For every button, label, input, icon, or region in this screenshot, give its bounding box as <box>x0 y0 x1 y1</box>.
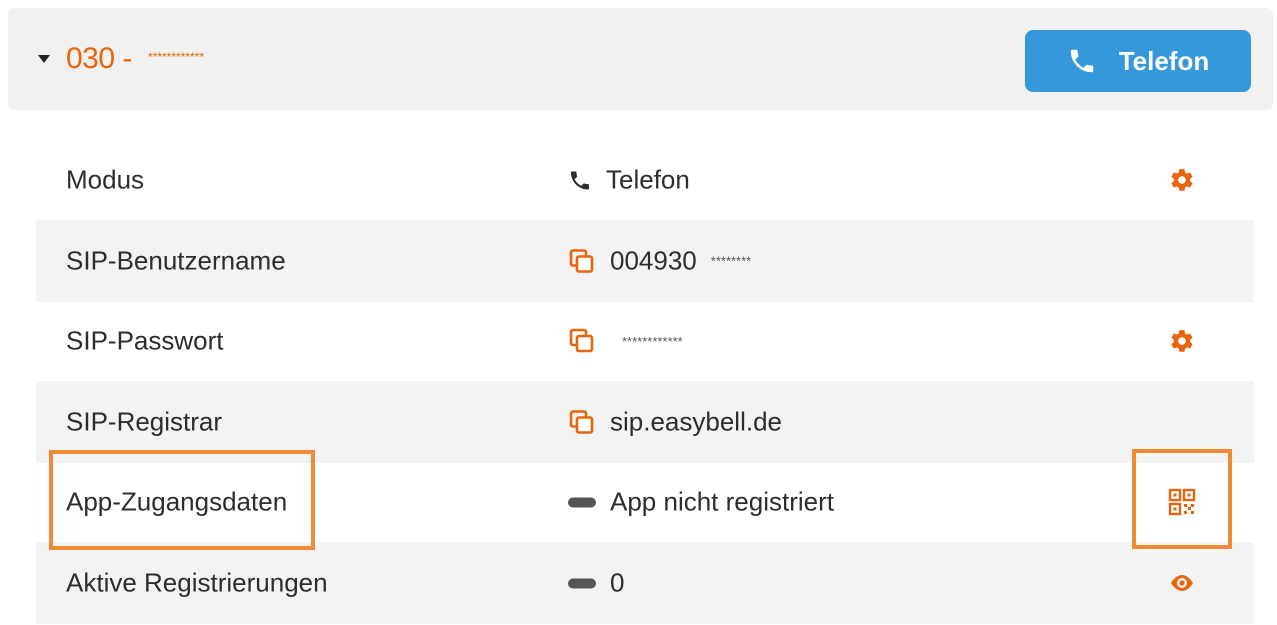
row-sip-benutzername: SIP-Benutzername 004930 ******** <box>36 220 1254 302</box>
row-label: Aktive Registrierungen <box>66 567 328 598</box>
row-label: App-Zugangsdaten <box>66 486 288 517</box>
status-pill-icon <box>568 578 596 588</box>
row-label: SIP-Registrar <box>66 406 223 437</box>
row-sip-passwort: SIP-Passwort ************ <box>36 300 1254 382</box>
phone-icon <box>1070 49 1093 73</box>
row-value: Telefon <box>568 165 690 196</box>
row-value: 004930 ******** <box>568 246 751 277</box>
status-pill-icon <box>568 497 596 507</box>
row-value-text: sip.easybell.de <box>610 406 782 437</box>
gear-icon[interactable] <box>1168 166 1196 194</box>
row-value-mask: ******** <box>710 253 752 269</box>
copy-icon[interactable] <box>568 327 596 355</box>
row-value-text: 0 <box>610 567 625 598</box>
row-value: App nicht registriert <box>568 487 834 518</box>
row-modus: Modus Telefon <box>36 139 1254 221</box>
row-app-zugangsdaten: App-Zugangsdaten App nicht registriert <box>36 461 1254 543</box>
gear-icon[interactable] <box>1168 327 1196 355</box>
qr-code-icon[interactable] <box>1168 488 1196 516</box>
eye-icon[interactable] <box>1168 569 1196 597</box>
row-sip-registrar: SIP-Registrar sip.easybell.de <box>36 381 1254 463</box>
copy-icon[interactable] <box>568 247 596 275</box>
row-value: ************ <box>568 327 683 355</box>
mode-telefon-button[interactable]: Telefon <box>1025 30 1251 92</box>
chevron-down-icon[interactable] <box>38 55 50 63</box>
copy-icon[interactable] <box>568 408 596 436</box>
row-value-text: Telefon <box>606 164 690 195</box>
row-value: 0 <box>568 568 624 599</box>
row-value-text: 004930 <box>610 245 697 276</box>
phone-icon <box>571 171 589 189</box>
row-value-mask: ************ <box>622 333 683 349</box>
row-value-text: App nicht registriert <box>610 486 834 517</box>
row-label: SIP-Passwort <box>66 325 224 356</box>
account-number-prefix: 030 - <box>66 42 132 75</box>
row-label: Modus <box>66 164 145 195</box>
row-value: sip.easybell.de <box>568 407 782 438</box>
account-header[interactable]: 030 - ************ Telefon <box>8 8 1273 110</box>
mode-telefon-button-label: Telefon <box>1118 45 1210 76</box>
row-aktive-registrierungen: Aktive Registrierungen 0 <box>36 542 1254 624</box>
row-label: SIP-Benutzername <box>66 245 286 276</box>
account-number-masked: ************ <box>148 50 205 64</box>
